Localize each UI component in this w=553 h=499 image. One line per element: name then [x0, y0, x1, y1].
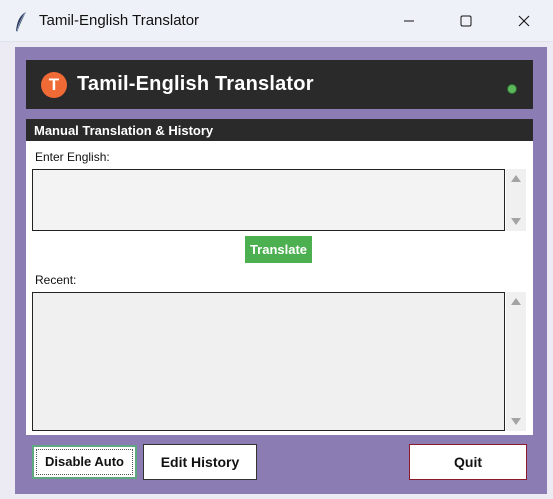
- scroll-up-icon[interactable]: [511, 298, 521, 305]
- edit-history-button[interactable]: Edit History: [143, 444, 257, 480]
- maximize-icon: [460, 15, 472, 27]
- english-input[interactable]: [32, 169, 505, 231]
- window-titlebar[interactable]: Tamil-English Translator: [0, 0, 553, 42]
- window-title: Tamil-English Translator: [39, 12, 200, 29]
- close-button[interactable]: [495, 0, 553, 42]
- scroll-down-icon[interactable]: [511, 418, 521, 425]
- quit-button[interactable]: Quit: [409, 444, 527, 480]
- manual-translation-panel: Manual Translation & History Enter Engli…: [26, 119, 533, 435]
- english-input-label: Enter English:: [35, 150, 110, 164]
- minimize-button[interactable]: [380, 0, 438, 42]
- scroll-down-icon[interactable]: [511, 218, 521, 225]
- header-title: Tamil-English Translator: [77, 73, 314, 95]
- close-icon: [518, 15, 530, 27]
- focus-ring: [36, 449, 133, 475]
- panel-header: Manual Translation & History: [26, 119, 533, 141]
- translate-button[interactable]: Translate: [245, 236, 312, 263]
- feather-icon: [14, 11, 28, 33]
- minimize-icon: [403, 15, 415, 27]
- english-input-scrollbar[interactable]: [506, 169, 526, 231]
- recent-history-scrollbar[interactable]: [506, 292, 526, 431]
- status-indicator-icon: [507, 84, 517, 94]
- maximize-button[interactable]: [437, 0, 495, 42]
- app-logo-icon: T: [41, 72, 67, 98]
- scroll-up-icon[interactable]: [511, 175, 521, 182]
- recent-label: Recent:: [35, 273, 77, 287]
- app-header: T Tamil-English Translator: [26, 60, 533, 109]
- disable-auto-button[interactable]: Disable Auto: [32, 445, 137, 479]
- panel-title: Manual Translation & History: [34, 123, 214, 138]
- recent-history-box[interactable]: [32, 292, 505, 431]
